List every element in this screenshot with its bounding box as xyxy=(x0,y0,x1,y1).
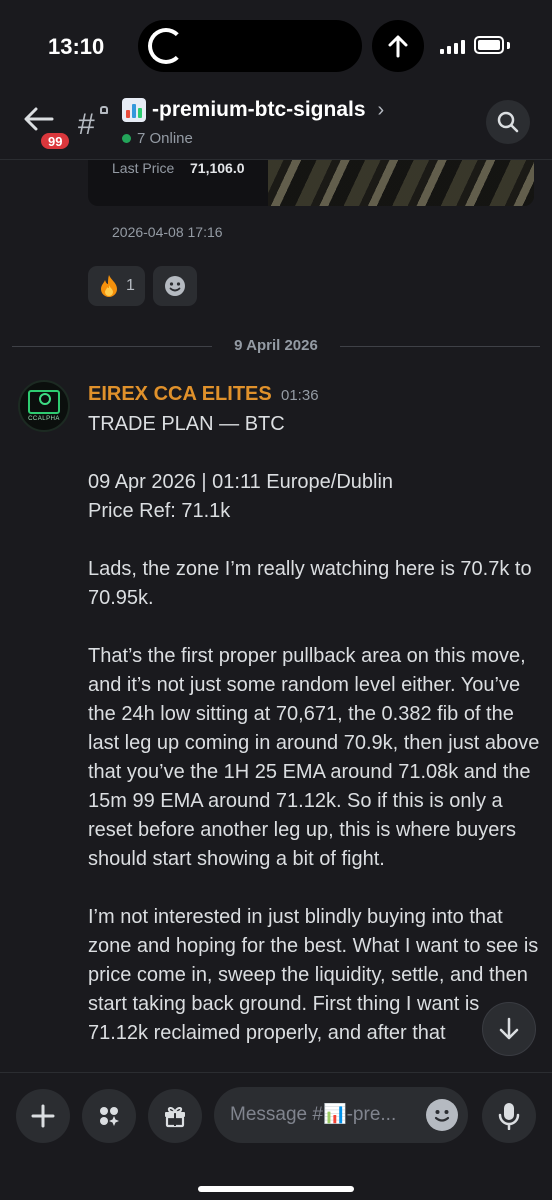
search-icon xyxy=(497,111,519,133)
unread-badge: 99 xyxy=(38,130,73,152)
avatar-seal xyxy=(39,393,51,405)
gift-icon xyxy=(165,1106,185,1128)
emoji-icon xyxy=(164,276,185,296)
gift-button[interactable] xyxy=(148,1089,202,1143)
reactions-row: 1 xyxy=(88,266,197,306)
message-line: 09 Apr 2026 | 01:11 Europe/Dublin xyxy=(88,471,394,493)
emoji-button[interactable] xyxy=(426,1099,458,1131)
message-line: Price Ref: 71.1k xyxy=(88,500,231,522)
microphone-icon xyxy=(498,1103,520,1130)
divider-line-right xyxy=(340,346,540,347)
reaction-fire[interactable]: 1 xyxy=(88,266,145,306)
reaction-count: 1 xyxy=(126,277,135,294)
message-line: TRADE PLAN — BTC xyxy=(88,413,285,435)
bar-chart-emoji-icon xyxy=(122,98,146,122)
voice-message-button[interactable] xyxy=(482,1089,536,1143)
cellular-signal-icon xyxy=(440,40,465,54)
message-paragraph: Lads, the zone I’m really watching here … xyxy=(88,558,532,609)
price-embed-card[interactable]: Last Price 71,106.0 xyxy=(88,160,534,206)
jump-to-present-button[interactable] xyxy=(482,1002,536,1056)
message-paragraph: That’s the first proper pullback area on… xyxy=(88,645,540,870)
add-reaction-button[interactable] xyxy=(152,266,197,306)
fire-icon xyxy=(101,275,117,297)
avatar[interactable]: CCALPHA xyxy=(18,380,70,432)
home-indicator[interactable] xyxy=(198,1186,354,1192)
embed-timestamp: 2026-04-08 17:16 xyxy=(112,224,223,240)
attach-button[interactable] xyxy=(16,1089,70,1143)
emoji-icon xyxy=(427,1100,457,1130)
message-time: 01:36 xyxy=(281,387,319,404)
online-count: 7 Online xyxy=(137,130,193,147)
channel-name: -premium-btc-signals xyxy=(152,98,366,121)
message-body: TRADE PLAN — BTC 09 Apr 2026 | 01:11 Eur… xyxy=(88,410,540,1048)
composer-bar xyxy=(0,1072,552,1200)
channel-header: 99 # -premium-btc-signals › 7 Online xyxy=(0,92,552,160)
date-divider: 9 April 2026 xyxy=(12,336,540,356)
message-paragraph: I’m not interested in just blindly buyin… xyxy=(88,906,539,1044)
battery-icon xyxy=(474,36,504,54)
battery-tip xyxy=(507,42,510,49)
plus-icon xyxy=(31,1104,55,1128)
chevron-right-icon: › xyxy=(377,98,385,121)
apps-icon xyxy=(100,1107,119,1126)
locked-hash-icon: # xyxy=(78,108,95,141)
lock-icon xyxy=(100,106,108,114)
embed-image xyxy=(268,160,534,206)
apps-button[interactable] xyxy=(82,1089,136,1143)
arrow-down-icon xyxy=(499,1017,519,1040)
status-bar: 13:10 xyxy=(0,0,552,92)
search-button[interactable] xyxy=(486,100,530,144)
activity-ring-icon xyxy=(148,28,184,64)
clock: 13:10 xyxy=(48,34,105,59)
embed-value: 71,106.0 xyxy=(190,160,245,176)
message-input-wrapper[interactable] xyxy=(214,1087,468,1143)
message-author[interactable]: EIREX CCA ELITES xyxy=(88,383,272,406)
message-input[interactable] xyxy=(230,1087,420,1143)
online-dot-icon xyxy=(122,134,131,143)
upload-arrow-icon[interactable] xyxy=(372,20,424,72)
channel-title[interactable]: -premium-btc-signals › xyxy=(122,98,384,122)
embed-label: Last Price xyxy=(112,160,175,176)
online-status: 7 Online xyxy=(122,130,193,147)
dynamic-island xyxy=(138,20,362,72)
avatar-text: CCALPHA xyxy=(28,416,60,422)
